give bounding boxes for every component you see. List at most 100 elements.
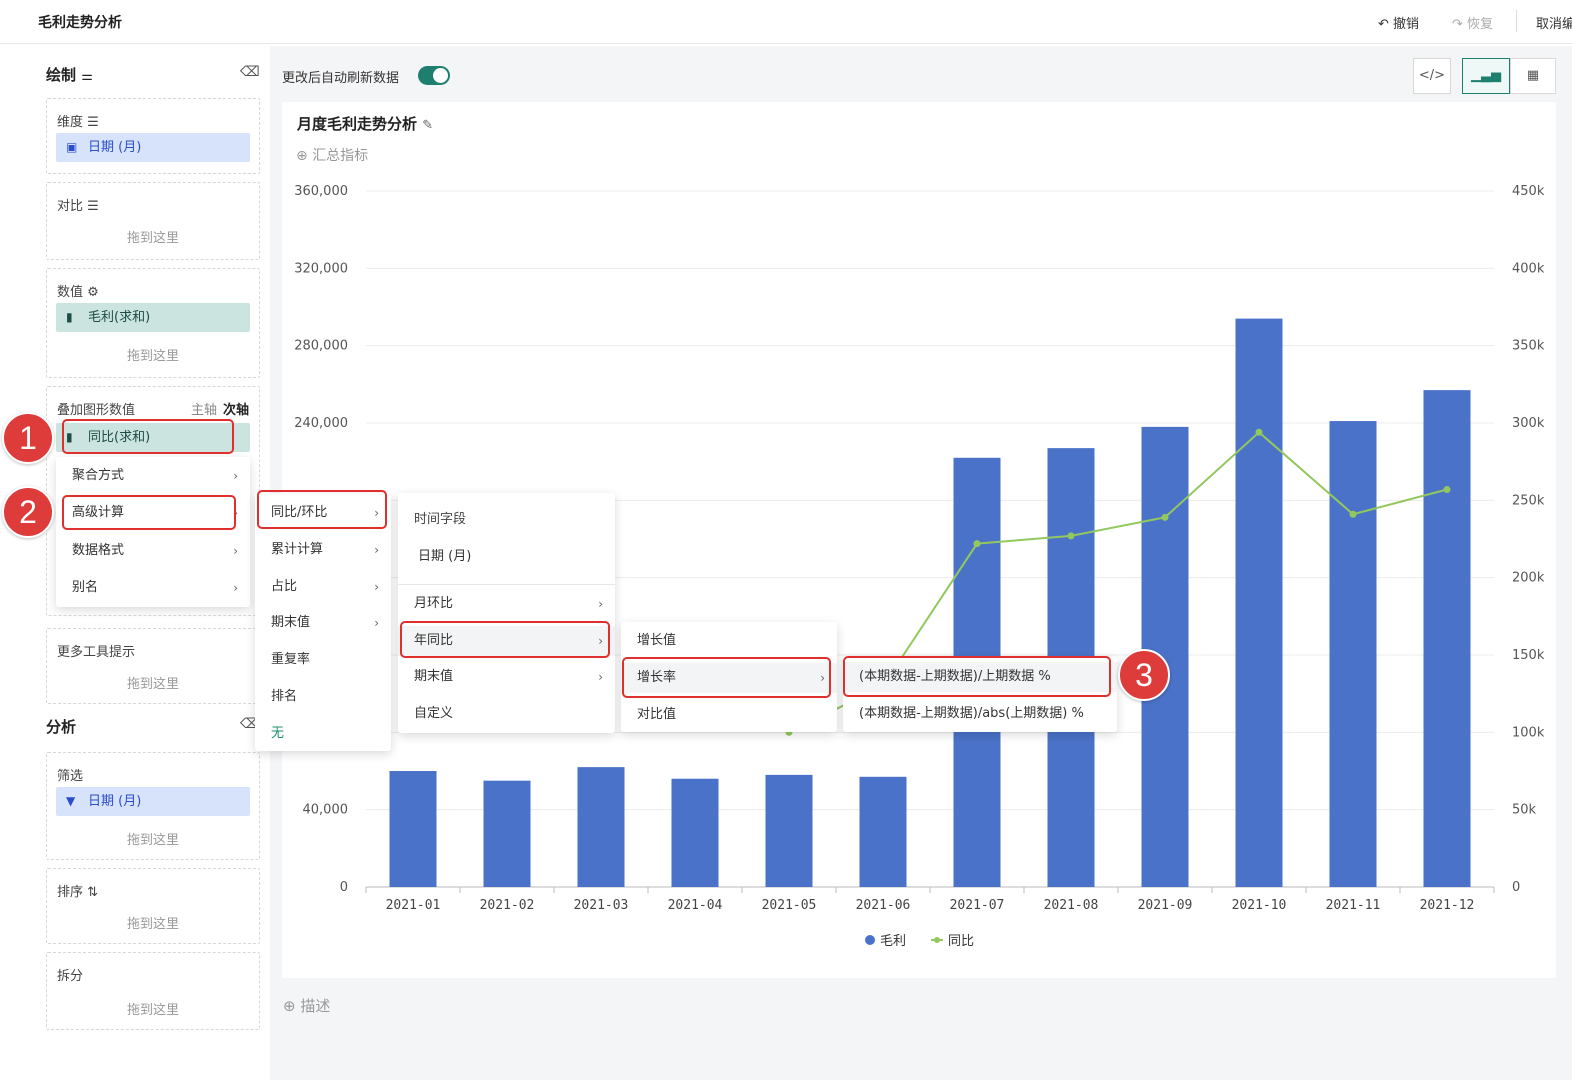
y-right-tick-label: 400k [1512, 261, 1545, 276]
x-tick-label: 2021-01 [386, 898, 441, 913]
bar [859, 776, 907, 887]
code-view-button[interactable]: </> [1413, 58, 1451, 94]
sort-label: 排序 ⇅ [57, 885, 99, 900]
y-right-tick-label: 250k [1512, 493, 1545, 508]
split-box[interactable]: 拆分 拖到这里 [46, 952, 260, 1030]
table-view-button[interactable]: ▦ [1510, 58, 1556, 94]
menu-item-aggregation[interactable]: 聚合方式 › [56, 461, 250, 491]
menu-item-data-format[interactable]: 数据格式 › [56, 536, 250, 566]
drop-hint: 拖到这里 [126, 917, 179, 932]
drop-hint: 拖到这里 [126, 1003, 179, 1018]
menu-item-mom[interactable]: 月环比 › [398, 589, 615, 619]
bar [577, 767, 625, 887]
filter-box[interactable]: 筛选 ▼ 日期 (月) 拖到这里 [46, 752, 260, 860]
x-tick-label: 2021-09 [1138, 898, 1193, 913]
x-tick-label: 2021-05 [762, 898, 817, 913]
bar [671, 778, 719, 887]
menu-item-cumulative[interactable]: 累计计算 › [255, 535, 391, 565]
x-tick-label: 2021-12 [1420, 898, 1475, 913]
tooltip-box[interactable]: 更多工具提示 拖到这里 [46, 628, 260, 704]
highlight-box [62, 419, 234, 454]
filter-pill[interactable]: ▼ 日期 (月) [56, 787, 250, 816]
table-icon: ▦ [1526, 68, 1540, 83]
x-tick-label: 2021-02 [480, 898, 535, 913]
menu-item-period-end[interactable]: 期末值 › [255, 608, 391, 638]
add-metric-button[interactable]: ⊕ 汇总指标 [296, 145, 368, 165]
add-description-button[interactable]: ⊕ 描述 [283, 995, 330, 1016]
time-field-option[interactable]: 日期 (月) [398, 542, 615, 572]
chart-title[interactable]: 月度毛利走势分析 ✎ [297, 113, 433, 134]
redo-button[interactable]: ↷ 恢复 [1452, 13, 1493, 32]
undo-label: 撤销 [1393, 17, 1420, 32]
cancel-button[interactable]: 取消编 [1536, 13, 1572, 32]
menu-item-period-end-value[interactable]: 期末值 › [398, 662, 615, 692]
menu-item-percentage[interactable]: 占比 › [255, 572, 391, 602]
y-left-tick-label: 320,000 [294, 261, 348, 276]
tooltip-label: 更多工具提示 [57, 645, 136, 660]
legend-label: 同比 [948, 934, 974, 949]
undo-button[interactable]: ↶ 撤销 [1378, 13, 1419, 32]
line-point [1255, 428, 1263, 436]
menu-item-none[interactable]: 无 [255, 719, 391, 749]
drop-hint: 拖到这里 [126, 349, 179, 364]
menu-item-repeat-rate[interactable]: 重复率 [255, 645, 391, 675]
dimension-box[interactable]: 维度 ☰ ▣ 日期 (月) [46, 98, 260, 174]
page-title: 毛利走势分析 [38, 15, 122, 31]
advanced-calc-menu: 同比/环比 › 累计计算 › 占比 › 期末值 › 重复率 排名 无 [255, 493, 391, 751]
filter-label: 筛选 [57, 769, 84, 784]
redo-label: 恢复 [1467, 17, 1494, 32]
code-icon: </> [1418, 68, 1446, 83]
compare-box[interactable]: 对比 ☰ 拖到这里 [46, 182, 260, 260]
x-tick-label: 2021-06 [856, 898, 911, 913]
bar [1235, 318, 1283, 888]
step-badge-3: 3 [1118, 649, 1170, 701]
value-box[interactable]: 数值 ⚙ ▮ 毛利(求和) 拖到这里 [46, 268, 260, 378]
menu-item-growth-value[interactable]: 增长值 [621, 626, 837, 656]
gear-icon[interactable]: ⚙ [87, 285, 99, 300]
edit-icon[interactable]: ✎ [422, 118, 433, 133]
measure-icon: ▮ [66, 310, 73, 324]
dimension-pill[interactable]: ▣ 日期 (月) [56, 133, 250, 162]
list-icon: ☰ [87, 115, 99, 130]
time-field-header: 时间字段 [414, 512, 467, 527]
chart-view-button[interactable]: ▁▃▅ [1462, 58, 1510, 94]
sort-icon[interactable]: ⇅ [87, 885, 98, 900]
toggle-knob [433, 68, 448, 83]
bar-chart-icon: ▁▃▅ [1471, 68, 1501, 83]
yoy-mom-menu: 时间字段 日期 (月) 月环比 › 年同比 › 期末值 › 自定义 [398, 493, 615, 733]
menu-item-compare-value[interactable]: 对比值 [621, 700, 837, 730]
main-axis-option[interactable]: 主轴 [191, 399, 217, 418]
legend: 毛利 同比 [865, 934, 974, 949]
bar [483, 780, 531, 887]
compare-label: 对比 ☰ [57, 199, 99, 214]
highlight-box [622, 657, 831, 698]
step-badge-2: 2 [2, 486, 54, 538]
sub-axis-option[interactable]: 次轴 [223, 399, 249, 418]
eraser-icon[interactable]: ⌫ [240, 64, 260, 80]
drop-hint: 拖到这里 [126, 833, 179, 848]
bar [765, 774, 813, 887]
y-right-tick-label: 0 [1512, 880, 1520, 895]
menu-item-alias[interactable]: 别名 › [56, 573, 250, 603]
dimension-label: 维度 ☰ [57, 115, 99, 130]
x-tick-label: 2021-04 [668, 898, 723, 913]
highlight-box [62, 495, 236, 530]
menu-item-rank[interactable]: 排名 [255, 682, 391, 712]
bar [1423, 390, 1471, 887]
y-right-tick-label: 50k [1512, 803, 1537, 818]
menu-divider [398, 584, 615, 585]
x-axis: 2021-01 2021-02 2021-03 2021-04 2021-05 2021-… [365, 887, 1495, 913]
filter-icon: ▼ [66, 794, 76, 808]
sort-box[interactable]: 排序 ⇅ 拖到这里 [46, 868, 260, 944]
x-tick-label: 2021-08 [1044, 898, 1099, 913]
redo-icon: ↷ [1452, 17, 1468, 32]
calendar-icon: ▣ [66, 140, 78, 154]
drop-hint: 拖到这里 [126, 231, 179, 246]
settings-sliders-icon[interactable]: ⚌ [81, 69, 93, 84]
menu-item-growth-rate-abs-formula[interactable]: (本期数据-上期数据)/abs(上期数据) % [843, 699, 1117, 729]
value-pill[interactable]: ▮ 毛利(求和) [56, 303, 250, 332]
y-left-tick-label: 40,000 [303, 803, 349, 818]
menu-item-custom[interactable]: 自定义 [398, 699, 615, 729]
auto-refresh-toggle[interactable] [418, 66, 450, 85]
y-right-tick-label: 200k [1512, 571, 1545, 586]
